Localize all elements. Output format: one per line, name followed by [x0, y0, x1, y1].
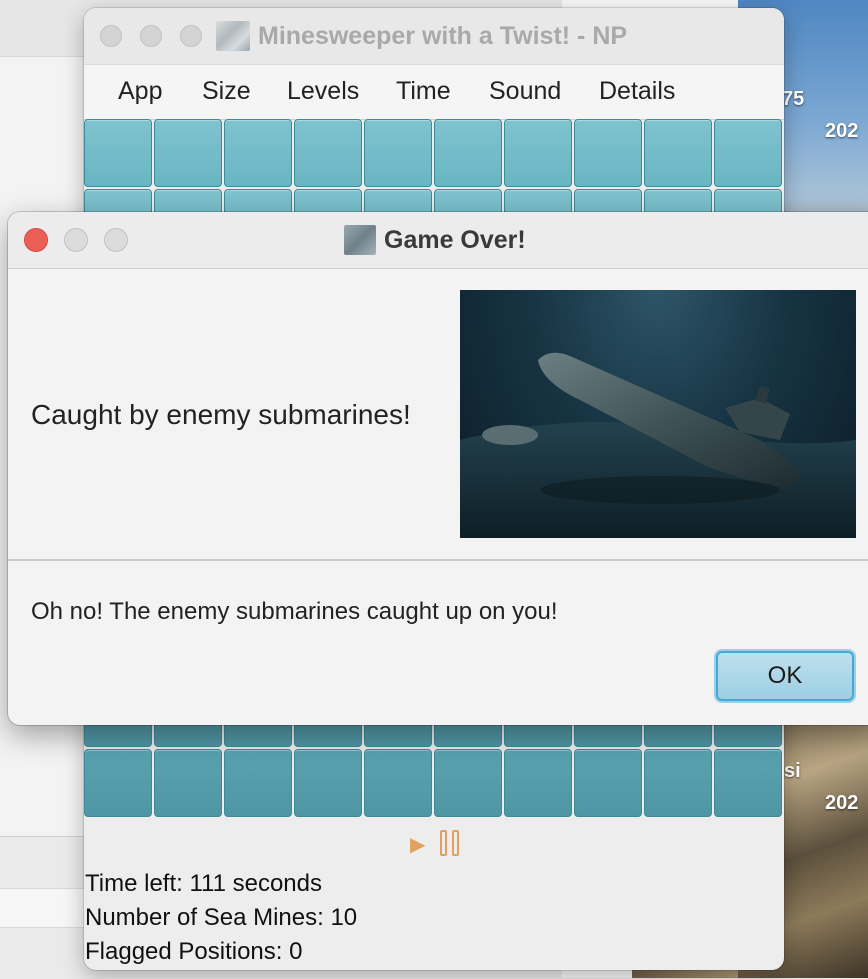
grid-cell[interactable]	[224, 749, 292, 817]
dialog-message: Caught by enemy submarines!	[31, 399, 411, 430]
flagged-status: Flagged Positions: 0	[85, 938, 303, 965]
grid-cell[interactable]	[714, 119, 782, 187]
game-title-group: Minesweeper with a Twist! - NP	[216, 18, 627, 54]
dialog-app-icon	[344, 225, 376, 255]
close-window-button[interactable]	[100, 25, 122, 47]
grid-cell[interactable]	[154, 749, 222, 817]
minimize-window-button[interactable]	[140, 25, 162, 47]
grid-cell[interactable]	[434, 119, 502, 187]
game-window-title: Minesweeper with a Twist! - NP	[258, 21, 628, 50]
grid-cell[interactable]	[434, 749, 502, 817]
ok-button[interactable]: OK	[716, 651, 854, 701]
dialog-body-text: Oh no! The enemy submarines caught up on…	[31, 598, 558, 625]
menu-details[interactable]: Details	[599, 77, 675, 106]
grid-cell[interactable]	[84, 749, 152, 817]
grid-cell[interactable]	[504, 749, 572, 817]
desktop-label: si	[784, 760, 801, 782]
play-icon[interactable]: ▶	[410, 832, 425, 857]
grid-row	[84, 748, 784, 818]
grid-cell[interactable]	[574, 749, 642, 817]
time-left-status: Time left: 111 seconds	[85, 870, 322, 897]
menu-bar: App Size Levels Time Sound Details	[84, 64, 784, 120]
desktop-label: 75	[782, 88, 805, 110]
dialog-title-group: Game Over!	[344, 222, 526, 258]
grid-cell[interactable]	[574, 119, 642, 187]
menu-size[interactable]: Size	[202, 77, 251, 106]
grid-cell[interactable]	[504, 119, 572, 187]
grid-cell[interactable]	[714, 749, 782, 817]
maximize-window-button[interactable]	[180, 25, 202, 47]
grid-cell[interactable]	[644, 749, 712, 817]
grid-cell[interactable]	[364, 119, 432, 187]
grid-cell[interactable]	[644, 119, 712, 187]
grid-cell[interactable]	[84, 119, 152, 187]
game-over-dialog: Game Over! Caught by enemy submarines! O…	[8, 212, 868, 725]
app-icon	[216, 21, 250, 51]
grid-cell[interactable]	[224, 119, 292, 187]
grid-row	[84, 118, 784, 188]
dialog-header: Caught by enemy submarines!	[8, 269, 868, 561]
grid-cell[interactable]	[294, 119, 362, 187]
pause-icon[interactable]	[440, 830, 462, 858]
grid-cell[interactable]	[294, 749, 362, 817]
grid-cell[interactable]	[154, 119, 222, 187]
dialog-maximize-button	[104, 228, 128, 252]
dialog-close-button[interactable]	[24, 228, 48, 252]
menu-app[interactable]: App	[118, 77, 162, 106]
sunken-submarine-image	[460, 290, 856, 538]
dialog-minimize-button	[64, 228, 88, 252]
desktop-label: 202	[825, 792, 859, 814]
game-titlebar: Minesweeper with a Twist! - NP	[84, 8, 784, 64]
game-controls: ▶	[84, 818, 784, 868]
menu-levels[interactable]: Levels	[287, 77, 359, 106]
dialog-titlebar: Game Over!	[8, 212, 868, 269]
desktop-label: 202	[825, 120, 859, 142]
grid-cell[interactable]	[364, 749, 432, 817]
menu-time[interactable]: Time	[396, 77, 451, 106]
dialog-title: Game Over!	[384, 225, 526, 254]
sea-mines-status: Number of Sea Mines: 10	[85, 904, 358, 931]
menu-sound[interactable]: Sound	[489, 77, 561, 106]
